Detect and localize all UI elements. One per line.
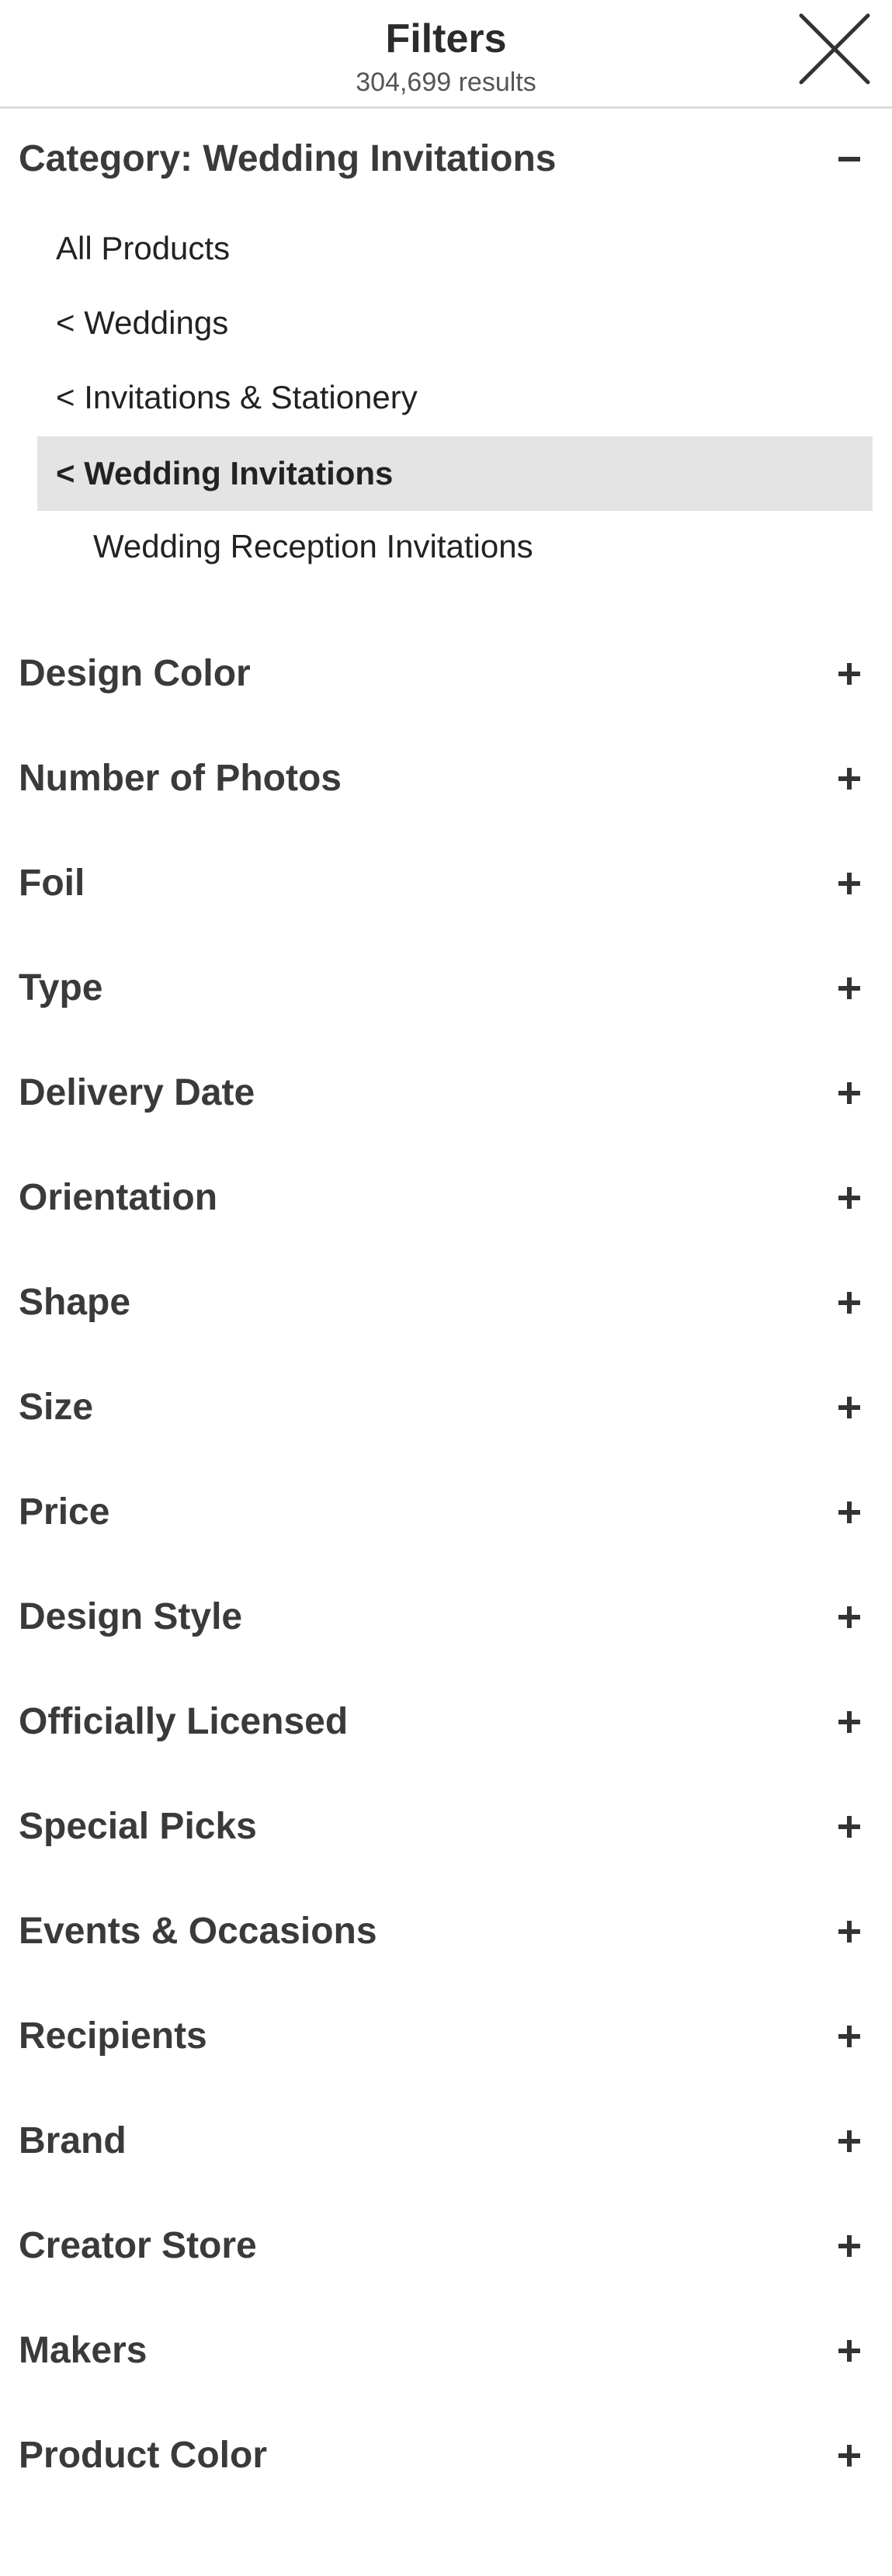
filter-section-label: Shape (19, 1282, 131, 1323)
filter-section-label: Special Picks (19, 1806, 257, 1847)
close-button[interactable] (792, 6, 877, 92)
filter-section-label: Number of Photos (19, 758, 342, 799)
minus-icon[interactable] (834, 144, 865, 175)
plus-icon[interactable] (834, 1078, 865, 1109)
filter-section-label: Makers (19, 2330, 148, 2371)
filter-section-makers[interactable]: Makers (0, 2312, 892, 2390)
category-item-wedding-invitations[interactable]: < Wedding Invitations (37, 436, 873, 511)
plus-icon[interactable] (834, 1287, 865, 1318)
filter-section-label: Price (19, 1491, 110, 1533)
plus-icon[interactable] (834, 2021, 865, 2052)
filter-section-label: Product Color (19, 2435, 267, 2476)
category-section-header[interactable]: Category: Wedding Invitations (0, 120, 892, 198)
filter-section-orientation[interactable]: Orientation (0, 1159, 892, 1237)
filter-section-label: Design Style (19, 1596, 243, 1637)
plus-icon[interactable] (834, 763, 865, 794)
plus-icon[interactable] (834, 1916, 865, 1947)
filter-section-officially-licensed[interactable]: Officially Licensed (0, 1683, 892, 1761)
filter-section-brand[interactable]: Brand (0, 2102, 892, 2180)
plus-icon[interactable] (834, 1811, 865, 1842)
category-item-label: Wedding Reception Invitations (93, 528, 533, 564)
filter-section-label: Creator Store (19, 2225, 257, 2266)
filter-section-label: Officially Licensed (19, 1701, 349, 1742)
category-item-label: < Wedding Invitations (56, 455, 394, 491)
plus-icon[interactable] (834, 658, 865, 689)
filter-section-label: Size (19, 1387, 94, 1428)
plus-icon[interactable] (834, 2335, 865, 2366)
filter-section-design-style[interactable]: Design Style (0, 1578, 892, 1656)
results-count: 304,699 results (356, 68, 536, 97)
filter-section-label: Type (19, 967, 103, 1009)
plus-icon[interactable] (834, 1182, 865, 1213)
filter-section-type[interactable]: Type (0, 950, 892, 1027)
category-item-label: All Products (56, 230, 231, 266)
filter-section-recipients[interactable]: Recipients (0, 1998, 892, 2075)
filter-section-label: Delivery Date (19, 1072, 255, 1113)
plus-icon[interactable] (834, 2440, 865, 2471)
filter-section-size[interactable]: Size (0, 1369, 892, 1446)
plus-icon[interactable] (834, 2231, 865, 2262)
filter-section-label: Orientation (19, 1177, 218, 1218)
filter-section-creator-store[interactable]: Creator Store (0, 2207, 892, 2285)
plus-icon[interactable] (834, 973, 865, 1004)
category-item-weddings[interactable]: < Weddings (37, 286, 873, 360)
filter-section-product-color[interactable]: Product Color (0, 2417, 892, 2494)
filters-header: Filters 304,699 results (0, 0, 892, 109)
filter-section-events-and-occasions[interactable]: Events & Occasions (0, 1893, 892, 1970)
filter-section-label: Events & Occasions (19, 1911, 377, 1952)
plus-icon[interactable] (834, 2126, 865, 2157)
filter-section-label: Design Color (19, 653, 251, 694)
category-section-label: Category: Wedding Invitations (19, 138, 557, 179)
category-item-all-products[interactable]: All Products (37, 211, 873, 286)
plus-icon[interactable] (834, 1706, 865, 1738)
filter-section-price[interactable]: Price (0, 1474, 892, 1551)
filter-section-number-of-photos[interactable]: Number of Photos (0, 740, 892, 818)
category-item-label: < Invitations & Stationery (56, 379, 418, 415)
plus-icon[interactable] (834, 1392, 865, 1423)
filter-section-foil[interactable]: Foil (0, 845, 892, 922)
category-item-label: < Weddings (56, 304, 229, 341)
filter-section-label: Foil (19, 863, 85, 904)
category-item-wedding-reception-invitations[interactable]: Wedding Reception Invitations (37, 509, 873, 584)
filter-section-shape[interactable]: Shape (0, 1264, 892, 1342)
filter-section-label: Recipients (19, 2015, 207, 2057)
category-item-invitations-stationery[interactable]: < Invitations & Stationery (37, 360, 873, 435)
plus-icon[interactable] (834, 868, 865, 899)
page-title: Filters (385, 16, 507, 61)
filter-section-delivery-date[interactable]: Delivery Date (0, 1054, 892, 1132)
close-icon (799, 13, 870, 85)
filter-section-special-picks[interactable]: Special Picks (0, 1788, 892, 1866)
filter-section-label: Brand (19, 2120, 127, 2161)
filter-section-design-color[interactable]: Design Color (0, 635, 892, 713)
plus-icon[interactable] (834, 1602, 865, 1633)
plus-icon[interactable] (834, 1497, 865, 1528)
